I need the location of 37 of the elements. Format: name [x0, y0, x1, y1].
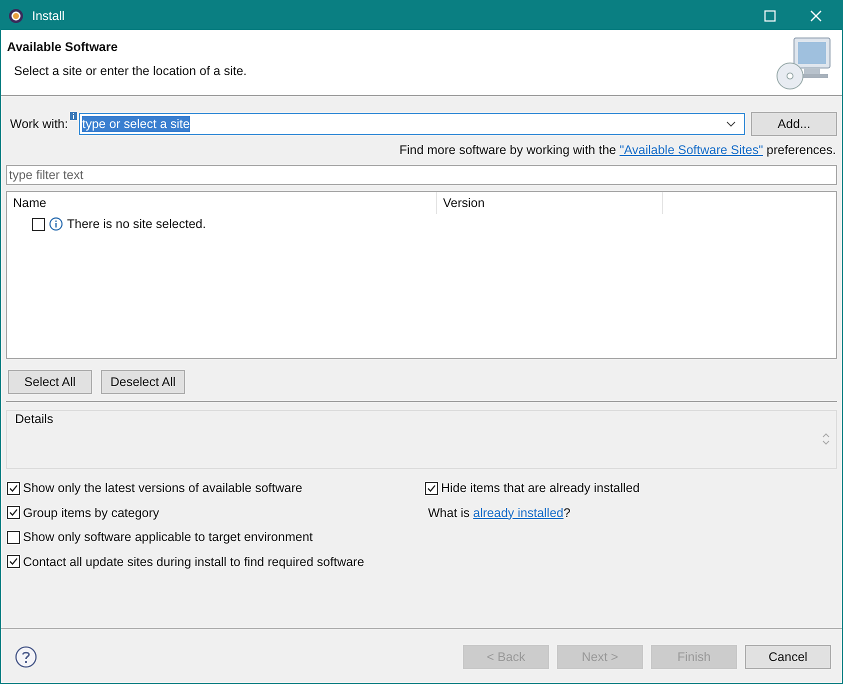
- column-header[interactable]: Version: [437, 192, 663, 214]
- row-text: There is no site selected.: [67, 217, 206, 231]
- column-header[interactable]: Name: [7, 192, 437, 214]
- site-combo-box[interactable]: type or select a site: [79, 113, 745, 135]
- option-label: Show only software applicable to target environment: [23, 530, 313, 544]
- option-checkbox[interactable]: [7, 482, 20, 495]
- option-label: Hide items that are already installed: [441, 481, 640, 496]
- app-icon: [8, 8, 24, 24]
- page-title: Available Software: [7, 40, 119, 54]
- selection-button[interactable]: Deselect All: [101, 370, 185, 394]
- option-checkbox[interactable]: [7, 555, 20, 568]
- chevron-down-icon[interactable]: [726, 121, 736, 127]
- work-with-label: Work with:: [10, 117, 68, 131]
- info-decoration-icon: [70, 112, 78, 120]
- option-checkbox[interactable]: [7, 530, 20, 544]
- window-title: Install: [32, 8, 65, 22]
- row-checkbox[interactable]: [32, 218, 45, 230]
- maximize-icon[interactable]: [764, 10, 776, 22]
- details-label: Details: [15, 412, 54, 426]
- info-icon: [49, 217, 63, 231]
- find-more-text: Find more software by working with the "Available Software Sites" preferences.: [399, 143, 836, 157]
- option-checkbox[interactable]: [425, 482, 438, 495]
- filter-field[interactable]: type filter text: [6, 165, 837, 185]
- option-label: Show only the latest versions of available software: [23, 481, 302, 496]
- installed-note: What is already installed?: [428, 506, 570, 520]
- site-input-text: type or select a site: [82, 116, 190, 132]
- option-label: Group items by category: [23, 506, 160, 520]
- available-software-sites-link[interactable]: "Available Software Sites": [620, 143, 764, 157]
- option-label: Contact all update sites during install to find required software: [23, 554, 364, 569]
- already-installed-link[interactable]: already installed: [473, 506, 564, 520]
- add-button[interactable]: Add...: [751, 112, 837, 136]
- help-icon[interactable]: [15, 646, 37, 668]
- option-checkbox[interactable]: [7, 506, 20, 520]
- selection-button[interactable]: Select All: [8, 370, 92, 394]
- page-description: Select a site or enter the location of a site.: [14, 64, 248, 78]
- close-icon[interactable]: [810, 10, 822, 22]
- wizard-button[interactable]: Cancel: [745, 645, 831, 669]
